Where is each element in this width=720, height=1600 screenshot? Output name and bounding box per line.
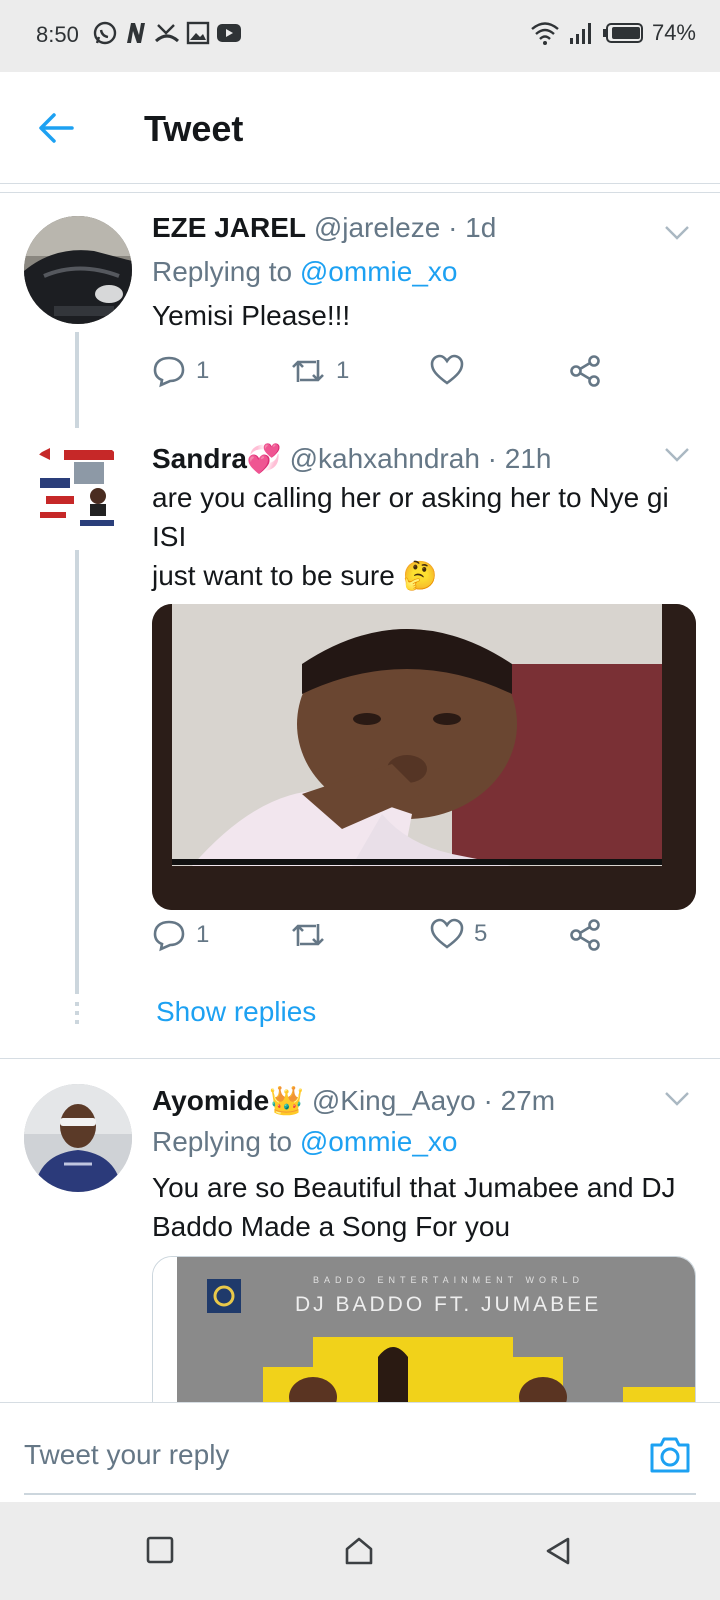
reply-button[interactable]: 1 xyxy=(152,918,209,952)
replying-prefix: Replying to xyxy=(152,256,293,287)
battery-icon xyxy=(602,23,643,43)
thread-dots xyxy=(75,1002,79,1026)
home-icon[interactable] xyxy=(344,1536,374,1566)
divider xyxy=(0,1058,720,1059)
retweet-button[interactable]: 1 xyxy=(290,354,349,388)
chevron-down-icon[interactable] xyxy=(664,224,690,242)
tweet-header: Ayomide👑 @King_Aayo · 27m xyxy=(152,1084,555,1117)
replying-prefix: Replying to xyxy=(152,1126,293,1157)
like-button[interactable] xyxy=(430,354,474,386)
tweet-text: You are so Beautiful that Jumabee and DJ… xyxy=(152,1172,676,1242)
handle-time: @kahxahndrah · 21h xyxy=(289,443,552,474)
missed-call-icon xyxy=(154,24,180,43)
reply-icon xyxy=(153,920,185,952)
replying-to-link[interactable]: @ommie_xo xyxy=(300,256,458,287)
retweet-icon xyxy=(292,360,324,382)
app-bar: Tweet xyxy=(0,72,720,184)
display-name[interactable]: Ayomide👑 xyxy=(152,1085,304,1116)
tweet-header: EZE JAREL @jareleze · 1d xyxy=(152,212,496,244)
youtube-icon xyxy=(217,24,241,42)
reply-icon xyxy=(153,356,185,388)
boy-photo-image xyxy=(152,604,696,910)
arrow-left-icon[interactable] xyxy=(36,108,76,148)
n-app-icon xyxy=(127,23,145,43)
wifi-icon xyxy=(531,22,559,45)
handle-time: @King_Aayo · 27m xyxy=(311,1085,556,1116)
reply-input[interactable]: Tweet your reply xyxy=(24,1439,229,1471)
flyer-avatar-image xyxy=(24,438,132,546)
recents-icon[interactable] xyxy=(146,1536,174,1564)
retweet-button[interactable] xyxy=(290,918,336,952)
reply-button[interactable]: 1 xyxy=(152,354,209,388)
gallery-icon xyxy=(186,21,210,45)
back-nav-icon[interactable] xyxy=(544,1536,572,1566)
like-count: 5 xyxy=(474,920,488,947)
camera-icon[interactable] xyxy=(648,1435,692,1475)
display-name[interactable]: Sandra💞 xyxy=(152,443,282,474)
reply-count: 1 xyxy=(196,357,210,384)
chevron-down-icon[interactable] xyxy=(664,446,690,464)
tweet-text-line2: just want to be sure 🤔 xyxy=(152,560,438,591)
tweet-image[interactable]: BADDO ENTERTAINMENT WORLD DJ BADDO FT. J… xyxy=(152,1256,696,1406)
tweet-text: are you calling her or asking her to Nye… xyxy=(152,482,669,552)
person-avatar-image xyxy=(24,1084,132,1192)
reply-count: 1 xyxy=(196,921,210,948)
thread-line xyxy=(75,332,79,428)
system-nav-bar xyxy=(0,1502,720,1600)
handle-time: @jareleze · 1d xyxy=(313,212,497,243)
whatsapp-icon xyxy=(93,21,117,45)
share-icon xyxy=(570,919,600,951)
show-replies-link[interactable]: Show replies xyxy=(156,996,316,1028)
replying-to-link[interactable]: @ommie_xo xyxy=(300,1126,458,1157)
heart-icon xyxy=(430,354,464,385)
retweet-icon xyxy=(292,924,324,946)
share-button[interactable] xyxy=(568,354,602,388)
replying-to: Replying to @ommie_xo xyxy=(152,256,457,288)
status-time: 8:50 xyxy=(36,22,79,47)
thread-line xyxy=(75,550,79,994)
avatar[interactable] xyxy=(24,1084,132,1192)
tweet-text: Yemisi Please!!! xyxy=(152,300,351,331)
share-icon xyxy=(570,355,600,387)
reply-composer[interactable]: Tweet your reply xyxy=(0,1402,720,1502)
tweet-header: Sandra💞 @kahxahndrah · 21h xyxy=(152,442,552,475)
like-button[interactable]: 5 xyxy=(430,918,487,950)
avatar[interactable] xyxy=(24,216,132,324)
car-avatar-image xyxy=(24,216,132,324)
notification-icons xyxy=(92,20,242,46)
system-icons: 74% xyxy=(530,20,696,46)
cover-small-text: BADDO ENTERTAINMENT WORLD xyxy=(313,1275,585,1285)
display-name[interactable]: EZE JAREL xyxy=(152,212,306,243)
status-bar: 8:50 74% xyxy=(0,0,720,72)
signal-icon xyxy=(569,23,591,44)
reply-underline xyxy=(24,1493,696,1495)
share-button[interactable] xyxy=(568,918,602,952)
tweet-actions: 1 1 xyxy=(152,354,632,394)
heart-icon xyxy=(430,918,464,949)
replying-to: Replying to @ommie_xo xyxy=(152,1126,457,1158)
retweet-count: 1 xyxy=(336,357,350,384)
page-title: Tweet xyxy=(144,108,244,149)
divider xyxy=(0,192,720,193)
avatar[interactable] xyxy=(24,438,132,546)
tweet-actions: 1 5 xyxy=(152,918,632,958)
chevron-down-icon[interactable] xyxy=(664,1090,690,1108)
battery-percent: 74% xyxy=(651,20,696,45)
cover-title-text: DJ BADDO FT. JUMABEE xyxy=(295,1293,602,1316)
tweet-image[interactable] xyxy=(152,604,696,910)
